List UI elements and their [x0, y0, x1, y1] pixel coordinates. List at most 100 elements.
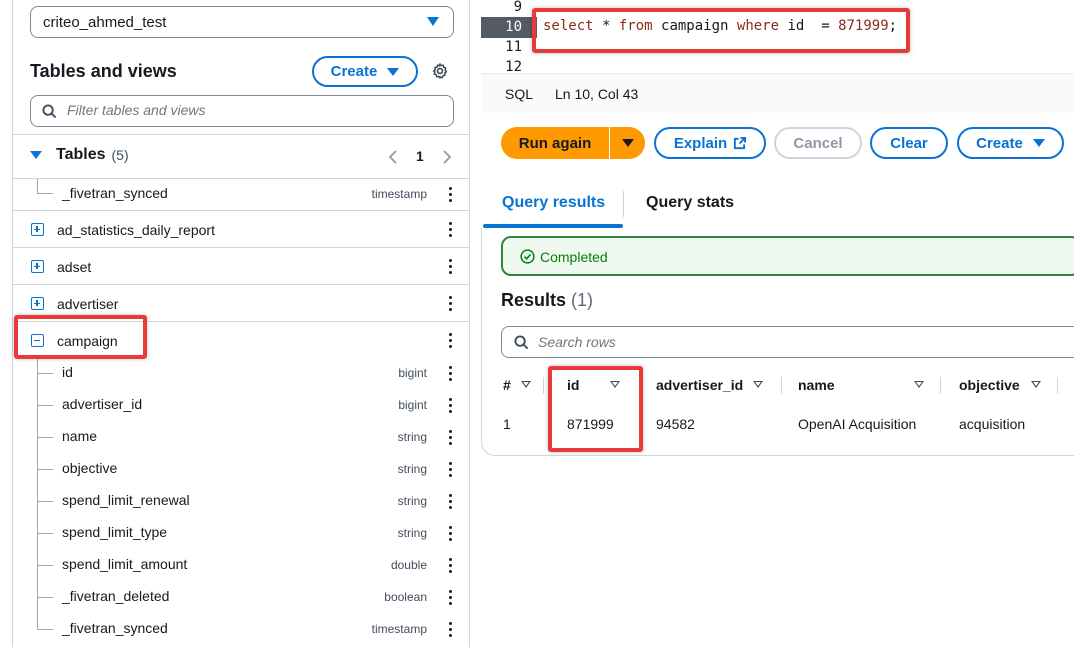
sort-icon[interactable] [1031, 381, 1041, 388]
more-options-icon[interactable] [449, 526, 453, 542]
table-row[interactable]: adset [13, 249, 469, 284]
more-options-icon[interactable] [449, 296, 453, 312]
sort-icon[interactable] [521, 381, 531, 388]
sort-icon[interactable] [753, 381, 763, 388]
more-options-icon[interactable] [449, 222, 453, 238]
results-heading: Results (1) [501, 290, 593, 311]
status-text: Completed [540, 249, 608, 265]
expand-plus-icon[interactable] [31, 223, 44, 236]
database-select[interactable]: criteo_ahmed_test [30, 6, 454, 38]
more-options-icon[interactable] [449, 558, 453, 574]
table-cell: 1 [503, 416, 511, 432]
more-options-icon[interactable] [449, 494, 453, 510]
column-row[interactable]: spend_limit_amount double [13, 549, 469, 581]
more-options-icon[interactable] [449, 590, 453, 606]
table-cell: acquisition [959, 416, 1026, 432]
column-name: spend_limit_type [62, 524, 168, 540]
column-name: _fivetran_synced [62, 185, 168, 201]
run-again-label: Run again [518, 134, 592, 152]
line-number: 9 [513, 0, 522, 15]
chevron-left-icon[interactable] [388, 150, 398, 164]
column-row[interactable]: advertiser_id bigint [13, 389, 469, 421]
column-header[interactable]: objective [959, 377, 1020, 393]
filter-tables-input[interactable] [30, 95, 454, 127]
results-count: (1) [571, 290, 594, 310]
table-name: advertiser [57, 296, 119, 312]
column-name: name [62, 428, 98, 444]
chevron-right-icon[interactable] [442, 150, 452, 164]
more-options-icon[interactable] [449, 259, 453, 275]
filter-tables-field[interactable] [67, 102, 437, 118]
column-header[interactable]: # [503, 377, 511, 393]
search-icon [42, 104, 57, 119]
caret-down-icon [387, 67, 400, 76]
expand-plus-icon[interactable] [31, 260, 44, 273]
run-again-button[interactable]: Run again [501, 127, 645, 159]
column-row[interactable]: objective string [13, 453, 469, 485]
clear-button[interactable]: Clear [870, 127, 948, 159]
column-header[interactable]: advertiser_id [656, 377, 743, 393]
tab-query-results[interactable]: Query results [502, 194, 605, 212]
sort-icon[interactable] [914, 381, 924, 388]
gear-icon[interactable] [431, 62, 449, 80]
column-name: spend_limit_amount [62, 556, 188, 572]
cursor-position: Ln 10, Col 43 [555, 86, 639, 102]
more-options-icon[interactable] [449, 462, 453, 478]
status-alert: Completed [501, 236, 1074, 276]
expand-caret-icon [30, 151, 42, 159]
search-rows-field[interactable] [538, 334, 1038, 350]
tables-count: (5) [111, 147, 129, 163]
table-cell: OpenAI Acquisition [798, 416, 917, 432]
create-table-label: Create [330, 63, 378, 80]
more-options-icon[interactable] [449, 622, 453, 638]
cancel-label: Cancel [793, 134, 843, 152]
column-row[interactable]: spend_limit_type string [13, 517, 469, 549]
create-label: Create [976, 134, 1023, 152]
line-number: 10 [505, 19, 522, 35]
search-icon [514, 335, 529, 350]
more-options-icon[interactable] [449, 366, 453, 382]
caret-down-icon [1032, 139, 1045, 147]
column-row[interactable]: _fivetran_deleted boolean [13, 581, 469, 613]
column-row[interactable]: name string [13, 421, 469, 453]
column-name: objective [62, 460, 118, 476]
panel-title: Tables and views [30, 61, 177, 81]
column-type: boolean [384, 590, 427, 604]
create-button[interactable]: Create [957, 127, 1064, 159]
column-row[interactable]: _fivetran_synced timestamp [13, 613, 469, 645]
column-type: string [397, 430, 427, 444]
more-options-icon[interactable] [449, 430, 453, 446]
editor-status-bar: SQL Ln 10, Col 43 [481, 73, 1074, 113]
explain-label: Explain [673, 134, 728, 152]
search-rows-input[interactable] [501, 326, 1074, 358]
expand-plus-icon[interactable] [31, 297, 44, 310]
more-options-icon[interactable] [449, 187, 453, 203]
tables-section-label: Tables [56, 146, 106, 163]
more-options-icon[interactable] [449, 398, 453, 414]
run-options-dropdown[interactable] [610, 139, 645, 147]
column-type: timestamp [371, 187, 427, 201]
table-name: ad_statistics_daily_report [57, 222, 215, 238]
table-name: adset [57, 259, 92, 275]
more-options-icon[interactable] [449, 333, 453, 349]
explain-button[interactable]: Explain [654, 127, 766, 159]
results-tabs: Query results Query stats [481, 180, 1074, 228]
create-table-button[interactable]: Create [312, 56, 418, 87]
tables-section-toggle[interactable]: Tables (5) [30, 146, 129, 164]
column-type: double [390, 558, 427, 572]
highlight-box [548, 366, 643, 452]
column-row[interactable]: id bigint [13, 357, 469, 389]
divider [13, 210, 469, 211]
table-row[interactable]: ad_statistics_daily_report [13, 212, 469, 247]
column-name: _fivetran_deleted [62, 588, 170, 604]
language-label: SQL [505, 86, 534, 102]
tab-query-stats[interactable]: Query stats [646, 194, 734, 212]
column-row[interactable]: spend_limit_renewal string [13, 485, 469, 517]
cancel-button[interactable]: Cancel [774, 127, 862, 159]
column-type: string [397, 526, 427, 540]
divider [13, 247, 469, 248]
page-number[interactable]: 1 [416, 148, 424, 164]
column-type: bigint [398, 398, 427, 412]
column-header[interactable]: name [798, 377, 835, 393]
column-row[interactable]: _fivetran_synced timestamp [13, 178, 469, 210]
